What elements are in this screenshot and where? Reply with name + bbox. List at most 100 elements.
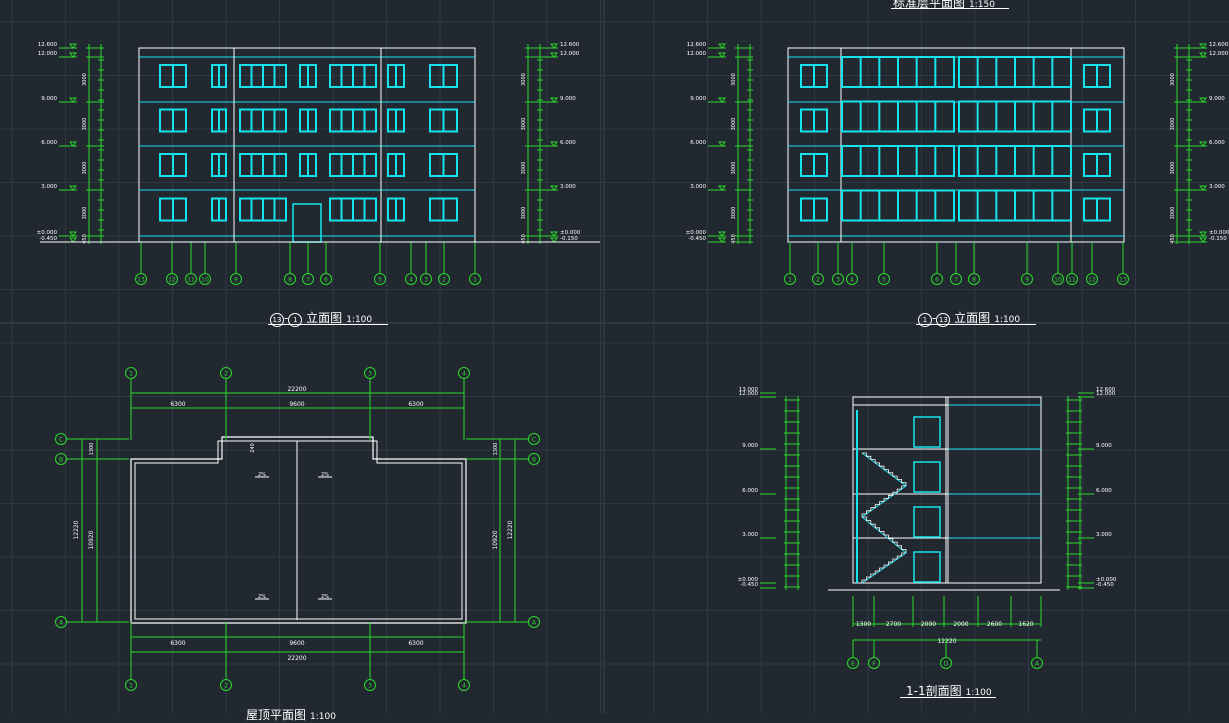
level-label: 9.000: [1209, 96, 1225, 102]
roof-outline-outer: [130, 436, 467, 624]
door: [913, 506, 941, 538]
level-label: 12.000: [739, 391, 759, 397]
axis-bubble-label: 6: [935, 277, 939, 284]
dim-value: 1300: [856, 621, 871, 628]
title-underline: [900, 697, 996, 698]
axis-bubble-label: 11: [187, 277, 195, 284]
level-label: 6.000: [742, 488, 758, 494]
level-triangle: [550, 52, 558, 58]
axis-bubble-label: 12: [168, 277, 176, 284]
cad-drawing-canvas[interactable]: 12.60012.0009.0006.0003.000±0.000-0.4503…: [0, 0, 1229, 714]
axis-bubble-label: 9: [234, 277, 238, 284]
axis-bubble-label: 13: [137, 277, 145, 284]
level-label: 12.000: [687, 51, 707, 57]
dim-value: 2600: [987, 621, 1002, 628]
slope-mark: 2%: [258, 594, 266, 600]
level-label: 12.000: [1209, 51, 1229, 57]
level-triangle: [69, 141, 77, 147]
dim-value: 12220: [507, 520, 514, 539]
level-label: 3.000: [690, 184, 706, 190]
axis-bubble-label: 2: [224, 683, 228, 690]
level-label: 12.000: [560, 51, 580, 57]
level-triangle: [718, 97, 726, 103]
level-label: 12.600: [1209, 42, 1229, 48]
level-triangle: [69, 52, 77, 58]
dim-value: 2000: [921, 621, 936, 628]
title-roof: 屋顶平面图 1:100: [246, 706, 336, 723]
title-underline: [916, 324, 1036, 325]
dim-value: 9600: [289, 640, 304, 647]
level-triangle: [69, 231, 77, 237]
axis-bubble-label: E: [851, 661, 855, 668]
level-label: 3.000: [742, 532, 758, 538]
level-triangle: [1199, 237, 1207, 243]
roof-plan: 240 2% 2% 2% 2% 1 1 2 2 3 3 4 4 C C B B A A 22200 6300 9600 63…: [55, 367, 540, 691]
dim-value: 10920: [492, 530, 499, 549]
dim-value: 3000: [1170, 162, 1176, 175]
axis-bubble-label: 1: [129, 371, 133, 378]
level-label: 9.000: [742, 443, 758, 449]
axis-bubble-label: 11: [1068, 277, 1076, 284]
level-triangle: [550, 43, 558, 49]
door: [913, 461, 941, 493]
level-label: 3.000: [1096, 532, 1112, 538]
dim-value: 3000: [82, 162, 88, 175]
axis-bubble-label: C: [532, 437, 536, 444]
level-label: -0.450: [39, 236, 57, 242]
level-triangle: [550, 141, 558, 147]
roof-small-dim: 240: [250, 443, 256, 453]
slope-mark: 2%: [321, 594, 329, 600]
level-triangle: [69, 43, 77, 49]
axis-bubble-label: 8: [288, 277, 292, 284]
level-label: 3.000: [41, 184, 57, 190]
dim-value: 1300: [493, 443, 499, 456]
dim-value: 3000: [1170, 207, 1176, 220]
level-label: 9.000: [41, 96, 57, 102]
level-label: 6.000: [1209, 140, 1225, 146]
dim-value: 3000: [1170, 118, 1176, 131]
dim-value: 3000: [731, 118, 737, 131]
level-triangle: [718, 141, 726, 147]
dim-value: 3000: [521, 162, 527, 175]
dim-value: 3000: [82, 118, 88, 131]
dim-value: 3000: [521, 207, 527, 220]
dim-value: 22200: [287, 655, 306, 662]
level-triangle: [69, 237, 77, 243]
title-text: 屋顶平面图: [246, 708, 307, 722]
axis-bubble-label: 7: [306, 277, 310, 284]
level-label: 9.000: [690, 96, 706, 102]
axis-bubble-label: 12: [1088, 277, 1096, 284]
axis-bubble-label: 6: [324, 277, 328, 284]
axis-bubble-label: 3: [836, 277, 840, 284]
axis-bubble-label: 2: [816, 277, 820, 284]
background-grid: [0, 0, 1229, 714]
dim-value: 6300: [408, 401, 423, 408]
level-triangle: [718, 231, 726, 237]
title-text: 立面图: [954, 311, 991, 325]
axis-bubble-label: 8: [972, 277, 976, 284]
axis-bubble-label: C: [59, 437, 63, 444]
level-triangle: [718, 185, 726, 191]
axis-bubble-label: 1: [473, 277, 477, 284]
level-label: 6.000: [560, 140, 576, 146]
dim-value: 6300: [170, 401, 185, 408]
dim-value: 12220: [73, 520, 80, 539]
axis-bubble-label: A: [59, 620, 64, 627]
dim-value: 450: [1170, 234, 1176, 244]
axis-bubble-label: 9: [1025, 277, 1029, 284]
level-triangle: [718, 43, 726, 49]
level-label: -0.450: [740, 582, 758, 588]
level-label: 6.000: [690, 140, 706, 146]
level-label: 6.000: [1096, 488, 1112, 494]
level-label: -0.150: [1209, 236, 1227, 242]
level-triangle: [718, 237, 726, 243]
dim-value: 2700: [886, 621, 901, 628]
level-label: 9.000: [1096, 443, 1112, 449]
level-triangle: [1199, 43, 1207, 49]
level-label: 12.600: [687, 42, 707, 48]
level-label: 6.000: [41, 140, 57, 146]
axis-bubble-label: A: [532, 620, 537, 627]
level-triangle: [1199, 141, 1207, 147]
title-underline: [891, 8, 1009, 9]
axis-bubble-label: B: [532, 457, 536, 464]
